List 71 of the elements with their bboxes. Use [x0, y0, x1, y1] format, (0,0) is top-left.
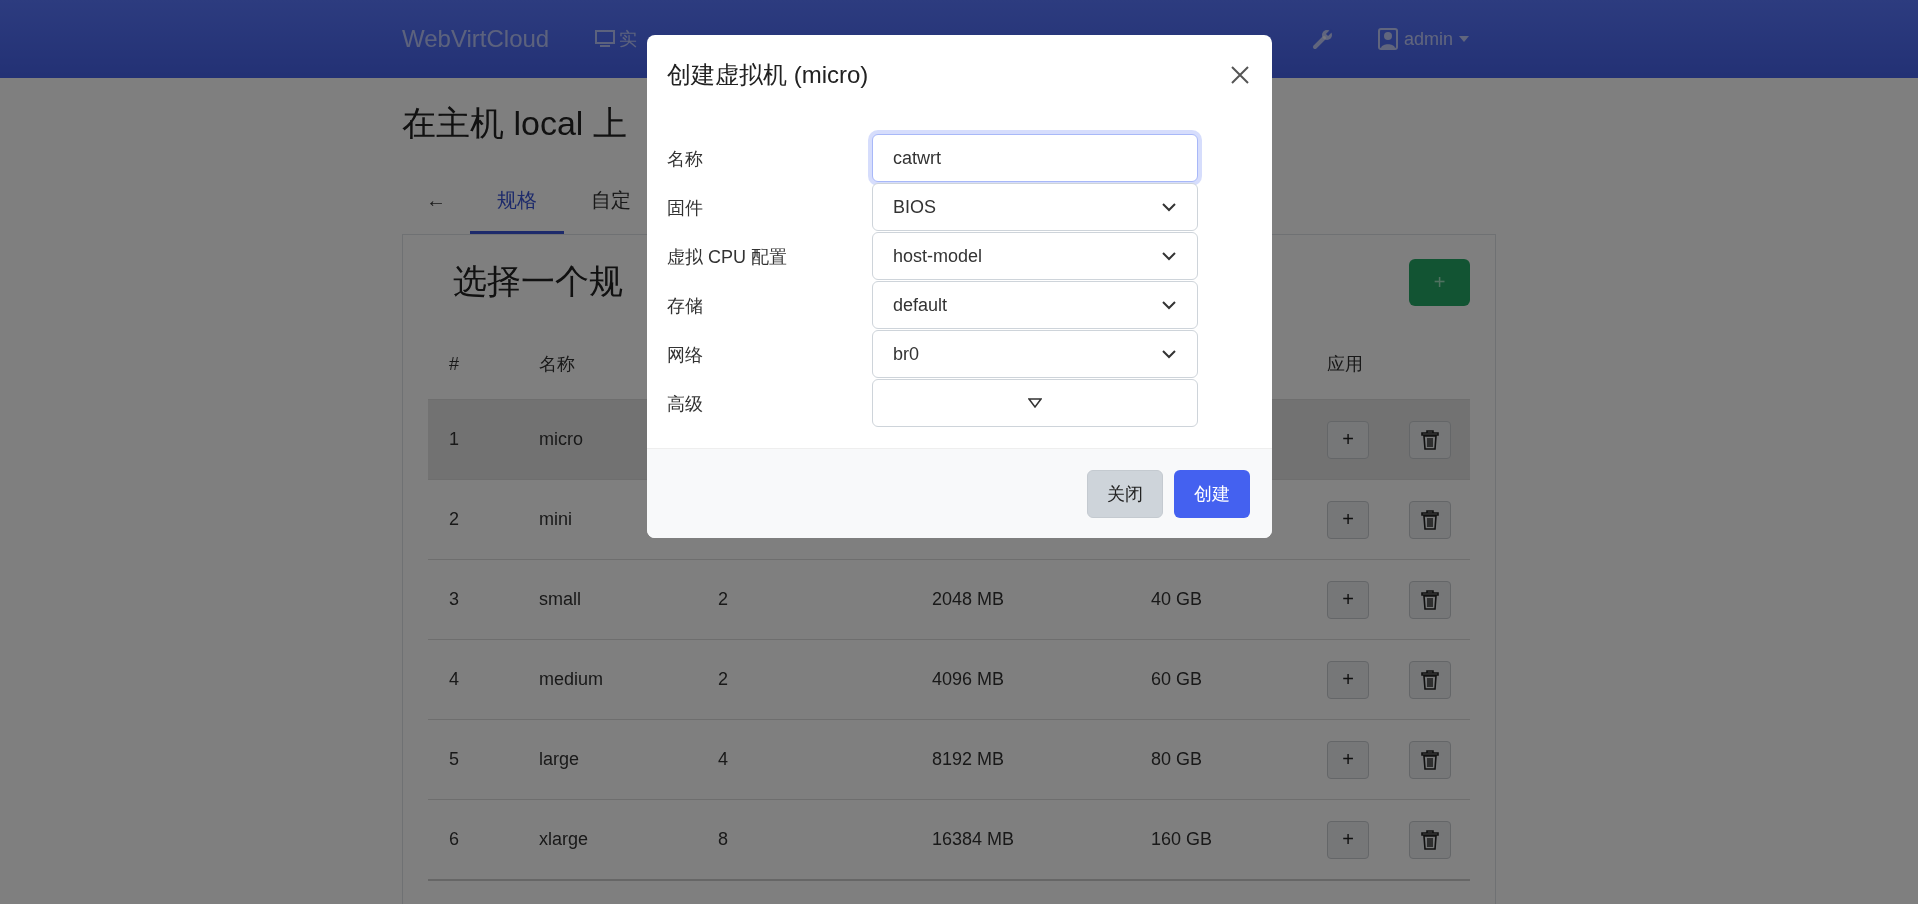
delete-button[interactable] — [1409, 500, 1451, 539]
table-cell: small — [539, 589, 581, 610]
apply-button[interactable]: + — [1327, 500, 1369, 539]
table-cell: mini — [539, 509, 572, 530]
table-cell: 2 — [718, 669, 728, 690]
collapse-toggle[interactable] — [872, 379, 1198, 427]
chevron-down-icon — [1161, 202, 1177, 212]
field-label: 虚拟 CPU 配置 — [667, 245, 788, 269]
card-title: 选择一个规 — [453, 261, 623, 302]
field-label: 固件 — [667, 196, 704, 220]
input-field[interactable]: catwrt — [872, 134, 1198, 182]
table-cell: 2048 MB — [932, 589, 1005, 610]
delete-button[interactable] — [1409, 740, 1451, 779]
select-field[interactable]: br0 — [872, 330, 1198, 378]
table-cell: xlarge — [539, 829, 589, 850]
trash-icon — [1421, 429, 1439, 450]
column-header: 应用 — [1327, 353, 1363, 376]
delete-button[interactable] — [1409, 580, 1451, 619]
apply-button[interactable]: + — [1327, 740, 1369, 779]
page-title: 在主机 local 上 — [402, 103, 627, 144]
trash-icon — [1421, 669, 1439, 690]
apply-button[interactable]: + — [1327, 420, 1369, 459]
create-button[interactable]: 创建 — [1174, 469, 1250, 518]
table-cell: 4 — [449, 669, 459, 690]
table-cell: 16384 MB — [932, 829, 1015, 850]
trash-icon — [1421, 749, 1439, 770]
table-cell: 80 GB — [1151, 749, 1203, 770]
table-cell: 1 — [449, 429, 459, 450]
table-cell: medium — [539, 669, 604, 690]
apply-button[interactable]: + — [1327, 580, 1369, 619]
table-cell: 8192 MB — [932, 749, 1005, 770]
apply-button[interactable]: + — [1327, 660, 1369, 699]
table-cell: large — [539, 749, 580, 770]
table-cell: 40 GB — [1151, 589, 1203, 610]
chevron-down-icon — [1161, 251, 1177, 261]
apply-button[interactable]: + — [1327, 820, 1369, 859]
table-cell: micro — [539, 429, 583, 450]
table-cell: 8 — [718, 829, 728, 850]
tab[interactable]: 规格 — [470, 170, 564, 234]
table-cell: 2 — [718, 589, 728, 610]
field-label: 高级 — [667, 392, 704, 416]
table-cell: 6 — [449, 829, 459, 850]
chevron-down-icon — [1161, 349, 1177, 359]
column-header: # — [449, 353, 459, 375]
close-button[interactable]: 关闭 — [1087, 469, 1163, 518]
trash-icon — [1421, 589, 1439, 610]
trash-icon — [1421, 829, 1439, 850]
close-icon[interactable] — [1230, 65, 1250, 85]
table-cell: 3 — [449, 589, 459, 610]
table-cell: 160 GB — [1151, 829, 1213, 850]
table-cell: 60 GB — [1151, 669, 1203, 690]
delete-button[interactable] — [1409, 420, 1451, 459]
back-tab[interactable]: ← — [402, 170, 470, 234]
column-header: 名称 — [539, 353, 575, 376]
tab[interactable]: 自定 — [564, 170, 631, 234]
field-label: 存储 — [667, 294, 704, 318]
field-label: 网络 — [667, 343, 704, 367]
table-cell: 4096 MB — [932, 669, 1005, 690]
select-field[interactable]: BIOS — [872, 183, 1198, 231]
chevron-down-icon — [1161, 300, 1177, 310]
table-cell: 5 — [449, 749, 459, 770]
select-field[interactable]: host-model — [872, 232, 1198, 280]
triangle-icon — [1028, 398, 1042, 408]
delete-button[interactable] — [1409, 660, 1451, 699]
delete-button[interactable] — [1409, 820, 1451, 859]
table-cell: 4 — [718, 749, 728, 770]
dialog-title: 创建虚拟机 (micro) — [667, 60, 869, 90]
trash-icon — [1421, 509, 1439, 530]
select-field[interactable]: default — [872, 281, 1198, 329]
field-label: 名称 — [667, 147, 704, 171]
table-cell: 2 — [449, 509, 459, 530]
